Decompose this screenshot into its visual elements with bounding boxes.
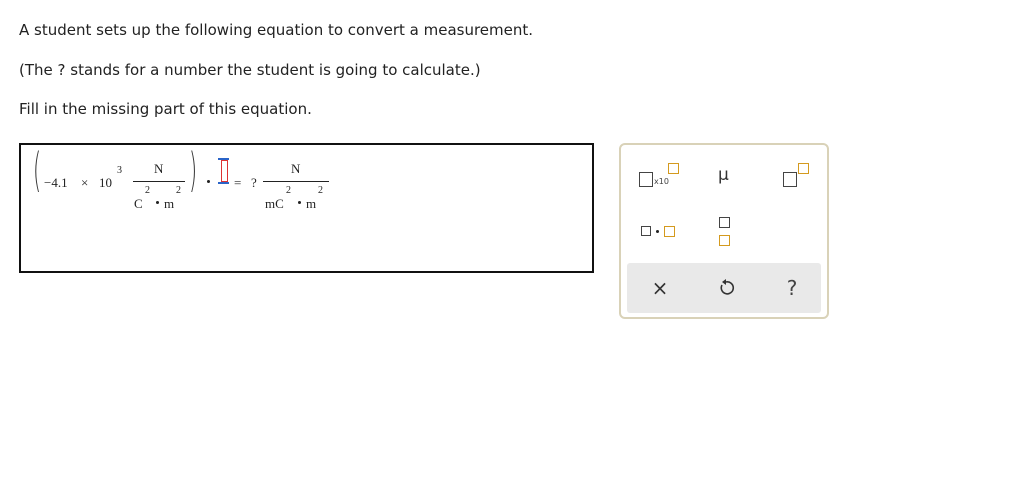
unknown-value: ? [251,175,257,190]
lhs-fraction-bar [133,181,185,182]
times-sign: × [81,175,89,190]
equation-answer-box[interactable]: ( −4.1 × 10 3 N C 2 m 2 ) = ? N mC 2 m 2 [19,143,594,273]
denominator-box-icon [719,235,730,246]
exponent: 3 [117,165,122,176]
help-icon: ? [786,276,798,300]
clear-button[interactable]: × [645,273,675,303]
rhs-numerator: N [291,161,301,176]
base-box-icon [639,172,653,187]
superscript-box-icon [798,163,809,174]
lhs-den-exp1: 2 [145,185,150,196]
rhs-fraction-bar [263,181,329,182]
right-paren: ) [189,143,198,197]
undo-icon [720,279,735,295]
prompt-line-3: Fill in the missing part of this equatio… [19,100,312,118]
equals-sign: = [234,175,242,190]
lhs-den-dot [156,201,159,204]
close-icon: × [651,276,669,300]
math-palette: x10 μ × ? [619,143,829,319]
base-ten: 10 [99,175,112,190]
equation: ( −4.1 × 10 3 N C 2 m 2 ) = ? N mC 2 m 2 [21,145,592,271]
lhs-den-unit2: m [164,196,175,211]
left-box-icon [641,226,651,236]
prompt-line-2: (The ? stands for a number the student i… [19,61,481,79]
lhs-den-unit1: C [134,196,143,211]
fraction-button[interactable] [717,215,737,249]
lhs-numerator: N [154,161,164,176]
rhs-den-exp2: 2 [318,185,323,196]
rhs-den-unit1: mC [265,196,284,211]
base-box-icon [783,172,797,187]
numerator-box-icon [719,217,730,228]
dot-icon [656,230,659,233]
left-paren: ( [33,143,42,197]
mu-symbol: μ [718,165,729,185]
mu-button[interactable]: μ [715,165,735,189]
help-button[interactable]: ? [777,273,807,303]
rhs-den-exp1: 2 [286,185,291,196]
action-bar: × ? [627,263,821,313]
rhs-den-unit2: m [306,196,317,211]
multiply-dot-button[interactable] [639,223,679,243]
undo-button[interactable] [711,273,741,303]
superscript-button[interactable] [781,163,811,191]
coefficient: −4.1 [44,175,68,190]
missing-part-input[interactable] [218,158,229,184]
right-box-icon [664,226,675,237]
x10-label: x10 [654,177,669,186]
lhs-den-exp2: 2 [176,185,181,196]
rhs-den-dot [298,201,301,204]
sci-notation-button[interactable]: x10 [639,163,683,191]
multiply-dot [207,180,210,183]
prompt-line-1: A student sets up the following equation… [19,21,534,39]
exponent-box-icon [668,163,679,174]
